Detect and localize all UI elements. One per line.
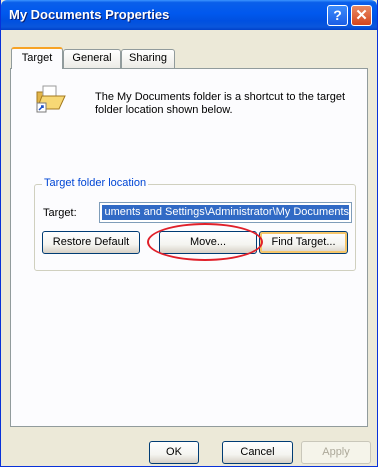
tab-general[interactable]: General [63,49,121,68]
target-label: Target: [43,207,77,219]
target-folder-groupbox: Target folder location Target: uments an… [34,177,356,271]
title-bar[interactable]: My Documents Properties ? ✕ [1,0,377,30]
properties-dialog: My Documents Properties ? ✕ Target Gener… [0,0,378,467]
window-title: My Documents Properties [9,7,170,22]
description-text: The My Documents folder is a shortcut to… [95,91,346,116]
target-path-input[interactable]: uments and Settings\Administrator\My Doc… [99,202,352,223]
cancel-button[interactable]: Cancel [222,441,293,464]
help-button[interactable]: ? [327,5,348,26]
tab-target[interactable]: Target [11,47,63,69]
apply-button[interactable]: Apply [301,441,371,464]
find-target-button[interactable]: Find Target... [259,231,348,254]
close-button[interactable]: ✕ [351,5,372,26]
folder-shortcut-icon [34,83,68,120]
target-path-value: uments and Settings\Administrator\My Doc… [102,205,349,220]
restore-default-button[interactable]: Restore Default [42,231,140,254]
tab-sharing[interactable]: Sharing [121,49,175,68]
ok-button[interactable]: OK [149,441,199,464]
groupbox-label: Target folder location [42,177,149,189]
target-tab-page: The My Documents folder is a shortcut to… [10,68,368,427]
highlight-ellipse [147,223,263,261]
